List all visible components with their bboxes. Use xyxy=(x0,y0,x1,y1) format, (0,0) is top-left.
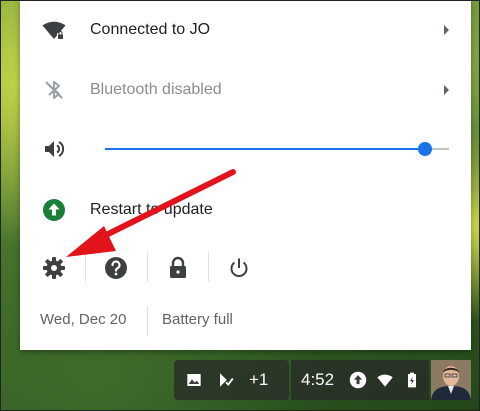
network-label: Connected to JO xyxy=(90,21,211,38)
settings-button[interactable] xyxy=(36,250,72,286)
toolbar-divider xyxy=(208,252,209,282)
help-icon xyxy=(105,257,127,279)
notification-shelf-area[interactable]: +1 xyxy=(174,360,289,400)
network-row[interactable]: Connected to JO xyxy=(20,0,471,60)
volume-slider-thumb[interactable] xyxy=(418,142,432,156)
update-icon xyxy=(43,199,65,221)
battery-icon xyxy=(408,372,416,388)
power-button[interactable] xyxy=(221,250,257,286)
avatar-photo xyxy=(431,360,471,400)
date-label[interactable]: Wed, Dec 20 xyxy=(40,305,126,335)
wifi-icon xyxy=(42,21,66,39)
settings-icon xyxy=(43,257,65,279)
battery-status-label: Battery full xyxy=(162,311,233,328)
notification-count: +1 xyxy=(249,370,269,389)
wifi-icon xyxy=(377,374,393,387)
status-area[interactable]: 4:52 xyxy=(291,360,429,400)
lock-icon xyxy=(170,256,186,278)
toolbar-divider xyxy=(85,252,86,282)
chevron-right-icon xyxy=(444,25,449,35)
bluetooth-label: Bluetooth disabled xyxy=(90,81,222,98)
clock-time: 4:52 xyxy=(301,370,335,389)
chevron-right-icon xyxy=(444,85,449,95)
volume-icon[interactable] xyxy=(42,137,66,161)
user-avatar[interactable] xyxy=(431,360,471,400)
restart-update-row[interactable]: Restart to update xyxy=(20,180,471,240)
help-button[interactable] xyxy=(98,250,134,286)
footer-divider xyxy=(147,306,148,336)
bluetooth-icon xyxy=(45,81,63,99)
image-icon xyxy=(187,374,201,386)
upload-icon xyxy=(349,371,367,389)
toolbar-divider xyxy=(147,252,148,282)
download-check-icon xyxy=(220,373,234,387)
system-tray-menu: Connected to JO Bluetooth disabled Resta… xyxy=(20,0,471,350)
lock-button[interactable] xyxy=(160,250,196,286)
volume-slider-track[interactable] xyxy=(105,148,449,150)
bluetooth-row[interactable]: Bluetooth disabled xyxy=(20,60,471,120)
power-icon xyxy=(230,258,248,277)
restart-update-label: Restart to update xyxy=(90,201,213,218)
